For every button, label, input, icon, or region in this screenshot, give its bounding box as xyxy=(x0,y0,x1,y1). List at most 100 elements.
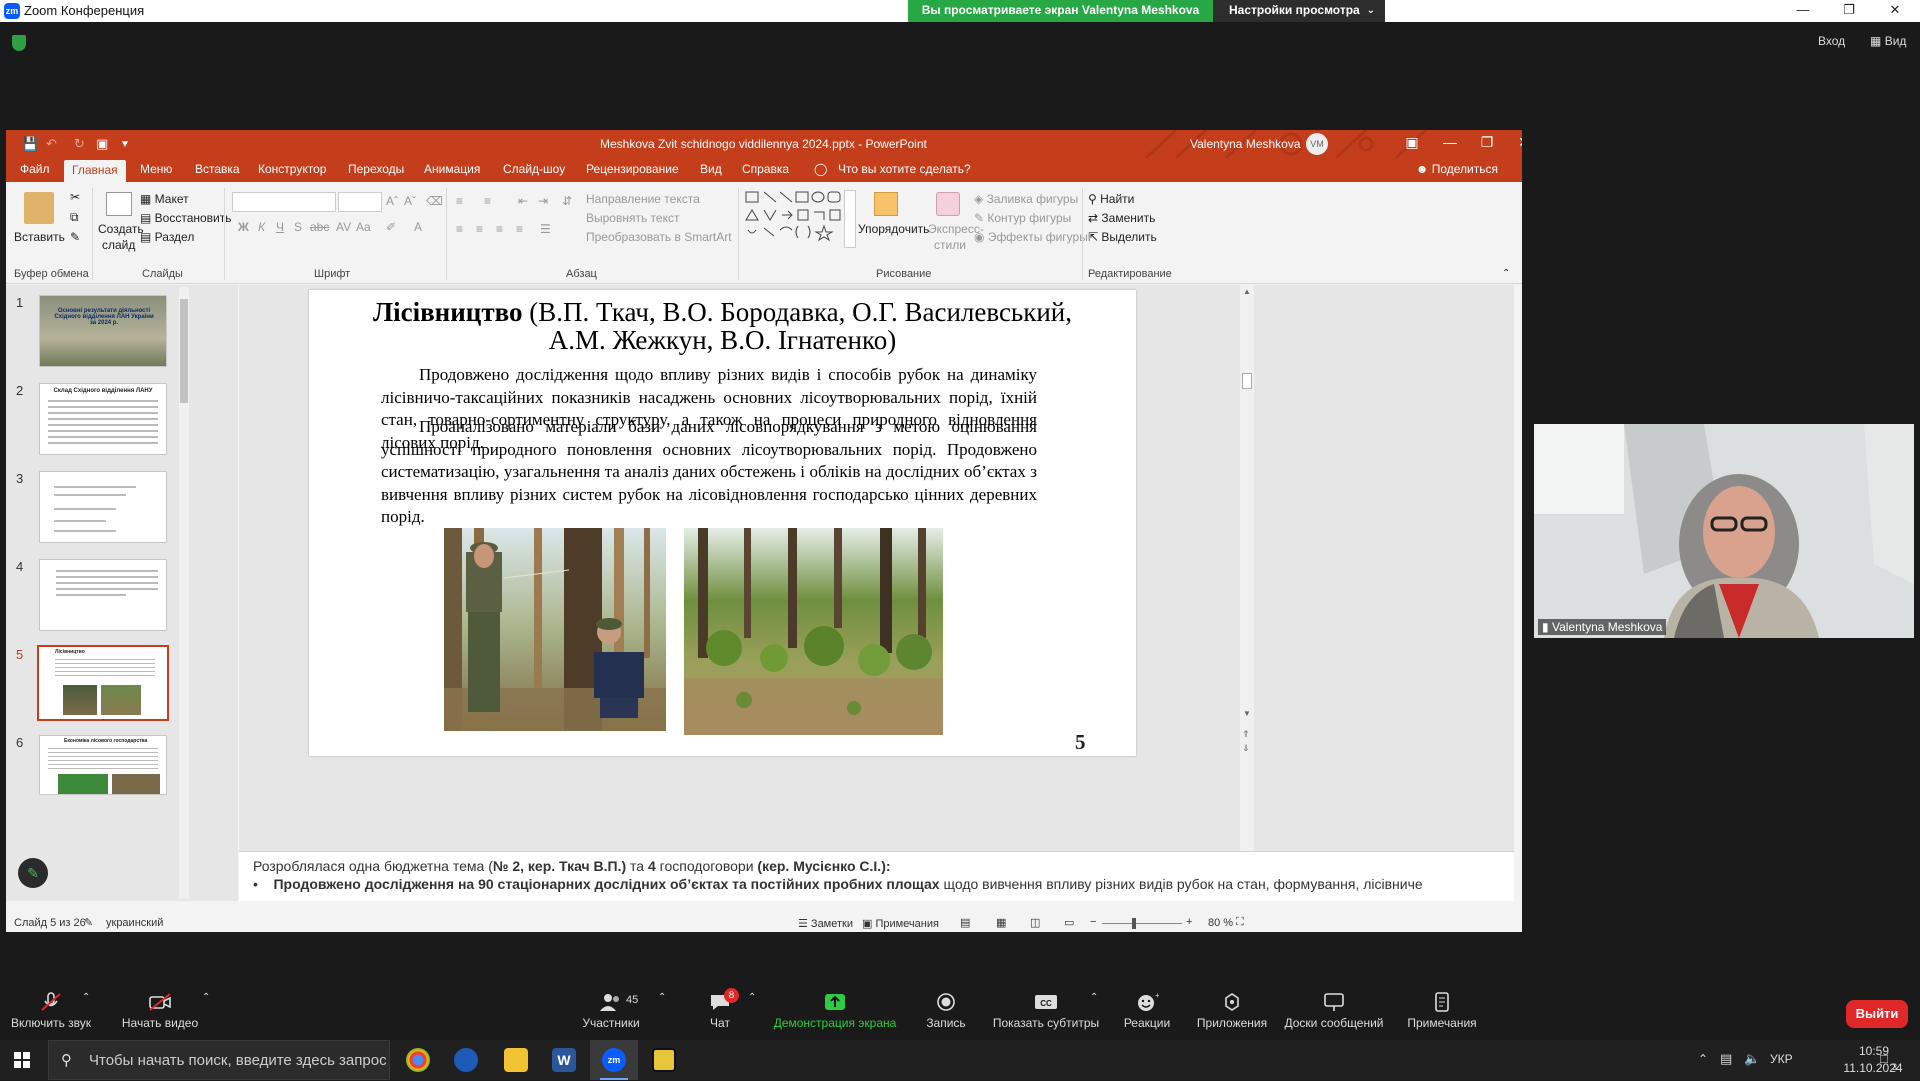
notes-pane[interactable]: Розроблялася одна бюджетна тема (№ 2, ке… xyxy=(239,851,1514,901)
zoom-level[interactable]: 80 % xyxy=(1208,917,1233,929)
scroll-down-icon[interactable]: ▼ xyxy=(1243,709,1251,718)
qat-customize-icon[interactable]: ▼ xyxy=(120,139,130,150)
tab-view[interactable]: Вид xyxy=(700,162,722,176)
ppt-close-icon[interactable]: ✕ xyxy=(1502,134,1522,151)
clear-format-icon[interactable]: ⌫ xyxy=(426,194,443,208)
slideshow-view-icon[interactable]: ▭ xyxy=(1064,916,1074,929)
arrange-icon[interactable] xyxy=(874,192,898,216)
participant-video[interactable]: ▮ Valentyna Meshkova xyxy=(1534,424,1914,638)
slide-thumbnail-1[interactable]: Основні результати діяльності Східного в… xyxy=(39,295,167,367)
exit-button[interactable]: Вход xyxy=(1818,34,1845,48)
smartart-button[interactable]: Преобразовать в SmartArt xyxy=(586,230,732,244)
font-family-input[interactable] xyxy=(232,192,336,212)
increase-indent-icon[interactable]: ⇥ xyxy=(538,194,548,208)
whiteboards-button[interactable]: Доски сообщений xyxy=(1282,982,1386,1030)
scroll-up-icon[interactable]: ▲ xyxy=(1243,287,1251,296)
highlight-icon[interactable]: ✐ xyxy=(386,220,396,234)
grow-font-icon[interactable]: Aˆ xyxy=(386,194,398,208)
slide-title[interactable]: Лісівництво (В.П. Ткач, В.О. Бородавка, … xyxy=(369,298,1076,354)
slide-thumbnail-5[interactable]: Лісівництво xyxy=(37,645,169,721)
notification-icon[interactable]: □ xyxy=(1880,1051,1888,1066)
clipboard-icon[interactable] xyxy=(24,192,54,224)
reading-view-icon[interactable]: ◫ xyxy=(1030,916,1040,929)
network-icon[interactable]: ▤ xyxy=(1720,1051,1732,1067)
tab-help[interactable]: Справка xyxy=(742,162,789,176)
tab-review[interactable]: Рецензирование xyxy=(586,162,679,176)
find-button[interactable]: ⚲ Найти xyxy=(1088,192,1134,206)
close-icon[interactable]: ✕ xyxy=(1872,0,1918,22)
taskbar-search-input[interactable]: ⚲ Чтобы начать поиск, введите здесь запр… xyxy=(48,1040,390,1080)
slideshow-start-icon[interactable]: ▣ xyxy=(96,136,108,152)
bold-icon[interactable]: Ж xyxy=(238,220,249,234)
powerpoint-viewer-icon[interactable] xyxy=(652,1048,676,1072)
layout-button[interactable]: ▦ Макет xyxy=(140,192,189,206)
decrease-indent-icon[interactable]: ⇤ xyxy=(518,194,528,208)
chat-chevron-icon[interactable]: ⌃ xyxy=(748,992,756,1003)
encryption-shield-icon[interactable] xyxy=(12,35,26,51)
captions-button[interactable]: CC Показать субтитры xyxy=(990,982,1102,1030)
reactions-button[interactable]: + Реакции xyxy=(1120,982,1174,1030)
shape-fill-button[interactable]: ◈ Заливка фигуры xyxy=(974,192,1078,206)
paste-button[interactable]: Вставить xyxy=(14,230,65,244)
spacing-icon[interactable]: AV xyxy=(336,220,351,234)
slide-canvas[interactable]: Лісівництво (В.П. Ткач, В.О. Бородавка, … xyxy=(309,290,1136,756)
clock-time[interactable]: 10:59 xyxy=(1848,1044,1900,1058)
redo-icon[interactable]: ↻ xyxy=(74,136,85,152)
clock-date[interactable]: 11.10.2024 xyxy=(1836,1061,1910,1075)
zoom-taskbar-active[interactable]: zm xyxy=(590,1040,638,1080)
select-button[interactable]: ⇱ Выделить xyxy=(1088,230,1157,244)
font-size-input[interactable] xyxy=(338,192,382,212)
captions-chevron-icon[interactable]: ⌃ xyxy=(1090,992,1098,1003)
chrome-icon[interactable] xyxy=(406,1048,430,1072)
share-button[interactable]: ☻ Поделиться xyxy=(1416,162,1498,176)
quick-styles-label-2[interactable]: стили xyxy=(934,238,966,252)
tab-transitions[interactable]: Переходы xyxy=(348,162,404,176)
undo-icon[interactable]: ↶ xyxy=(46,136,57,152)
fit-slide-icon[interactable]: ⛶ xyxy=(1236,916,1244,929)
share-screen-button[interactable]: Демонстрация экрана xyxy=(772,982,898,1030)
unmute-button[interactable]: Включить звук xyxy=(8,982,94,1030)
underline-icon[interactable]: Ч xyxy=(276,220,284,234)
slide-thumbnail-2[interactable]: Склад Східного відділення ЛАНУ xyxy=(39,383,167,455)
new-slide-icon[interactable] xyxy=(106,192,132,216)
strikethrough-icon[interactable]: abc xyxy=(310,220,329,234)
section-button[interactable]: ▤ Раздел xyxy=(140,230,194,244)
video-options-chevron-icon[interactable]: ⌃ xyxy=(202,992,210,1003)
line-spacing-icon[interactable]: ⇵ xyxy=(562,194,572,208)
leave-button[interactable]: Выйти xyxy=(1846,1000,1908,1028)
view-options-button[interactable]: Настройки просмотра ⌄ xyxy=(1213,0,1385,22)
zoom-in-icon[interactable]: + xyxy=(1186,916,1192,928)
notes-toggle[interactable]: ☰ Заметки xyxy=(798,917,853,930)
bullets-icon[interactable]: ≡ xyxy=(456,194,463,208)
browser-icon[interactable] xyxy=(454,1048,478,1072)
shape-outline-button[interactable]: ✎ Контур фигуры xyxy=(974,211,1071,225)
tab-slideshow[interactable]: Слайд-шоу xyxy=(503,162,565,176)
format-painter-icon[interactable]: ✎ xyxy=(70,230,80,244)
annotate-pen-icon[interactable]: ✎ xyxy=(18,858,48,888)
shrink-font-icon[interactable]: Aˇ xyxy=(404,194,416,208)
case-icon[interactable]: Aa xyxy=(356,220,371,234)
tab-animations[interactable]: Анимация xyxy=(424,162,480,176)
tab-menu[interactable]: Меню xyxy=(140,162,172,176)
justify-icon[interactable]: ≡ xyxy=(516,222,523,236)
windows-start-icon[interactable] xyxy=(14,1052,30,1068)
photo-tree-measurement[interactable] xyxy=(444,528,666,731)
zoom-out-icon[interactable]: − xyxy=(1090,916,1096,928)
tell-me-input[interactable]: Что вы хотите сделать? xyxy=(838,162,971,176)
collapse-ribbon-icon[interactable]: ⌃ xyxy=(1502,268,1510,279)
tab-insert[interactable]: Вставка xyxy=(195,162,240,176)
view-button[interactable]: ▦ Вид xyxy=(1870,34,1906,48)
record-button[interactable]: Запись xyxy=(918,982,974,1030)
copy-icon[interactable]: ⧉ xyxy=(70,210,79,225)
notes-button[interactable]: Примечания xyxy=(1404,982,1480,1030)
slide-thumbnail-6[interactable]: Економіка лісового господарства xyxy=(39,735,167,795)
italic-icon[interactable]: К xyxy=(258,220,265,234)
new-slide-label-2[interactable]: слайд xyxy=(102,238,135,252)
volume-icon[interactable]: 🔈 xyxy=(1744,1051,1760,1067)
tab-design[interactable]: Конструктор xyxy=(258,162,326,176)
input-language[interactable]: УКР xyxy=(1770,1052,1793,1066)
columns-icon[interactable]: ☰ xyxy=(540,222,551,236)
prev-slide-icon[interactable]: ⇑ xyxy=(1242,729,1250,740)
cut-icon[interactable]: ✂ xyxy=(70,190,80,204)
arrange-button[interactable]: Упорядочить xyxy=(858,222,929,236)
